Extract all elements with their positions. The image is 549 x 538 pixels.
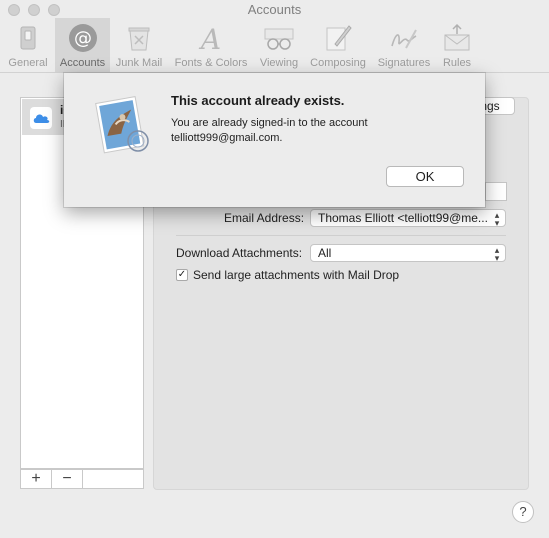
alert-message-line-2: telliott999@gmail.com. — [171, 132, 283, 144]
window-title: Accounts — [247, 2, 302, 17]
toolbar-junk-mail-label: Junk Mail — [115, 57, 163, 69]
alert-message: You are already signed-in to the account… — [171, 116, 471, 146]
toolbar-composing[interactable]: Composing — [306, 18, 370, 72]
toolbar-rules-label: Rules — [442, 57, 472, 69]
toolbar-viewing[interactable]: Viewing — [256, 18, 302, 72]
email-address-value: Thomas Elliott <telliott99@me... — [318, 211, 488, 225]
toolbar-viewing-label: Viewing — [259, 57, 299, 69]
help-button[interactable]: ? — [512, 501, 534, 523]
svg-text:@: @ — [74, 28, 92, 49]
mail-drop-checkbox[interactable]: ✓ — [176, 269, 188, 281]
account-list-controls: + − — [20, 469, 144, 489]
popup-arrows-icon: ▴ ▾ — [494, 210, 500, 227]
toolbar-junk-mail[interactable]: Junk Mail — [112, 18, 166, 72]
popup-arrows-icon: ▴ ▾ — [494, 245, 500, 262]
general-switch-icon — [20, 26, 36, 50]
account-exists-alert: This account already exists. You are alr… — [64, 73, 485, 207]
svg-text:A: A — [198, 23, 221, 54]
junk-trash-icon — [128, 27, 150, 51]
email-address-label: Email Address: — [224, 211, 305, 225]
download-attachments-popup[interactable]: All ▴ ▾ — [310, 244, 506, 262]
toolbar-accounts[interactable]: @ Accounts — [55, 18, 110, 72]
download-attachments-label: Download Attachments: — [176, 246, 303, 260]
glasses-icon — [264, 28, 294, 50]
toolbar-composing-label: Composing — [310, 57, 366, 69]
mail-stamp-icon — [95, 96, 149, 154]
toolbar-signatures-label: Signatures — [377, 57, 431, 69]
at-sign-icon: @ — [68, 24, 97, 52]
alert-heading: This account already exists. — [171, 93, 345, 108]
download-attachments-value: All — [318, 246, 332, 260]
icloud-icon — [30, 107, 52, 129]
remove-account-button[interactable]: − — [52, 470, 83, 488]
panel-separator — [176, 235, 506, 236]
rules-envelope-icon — [444, 23, 470, 51]
signature-icon — [391, 29, 417, 49]
accounts-window: Accounts General @ Accounts Junk Mail A … — [0, 0, 549, 538]
toolbar-general[interactable]: General — [6, 18, 50, 72]
toolbar-fonts-colors-label: Fonts & Colors — [174, 57, 248, 69]
title-bar: Accounts — [0, 0, 549, 20]
alert-message-line-1: You are already signed-in to the account — [171, 117, 368, 129]
pencil-edit-icon — [326, 25, 352, 51]
toolbar-accounts-label: Accounts — [59, 57, 106, 69]
add-account-button[interactable]: + — [21, 470, 52, 488]
font-a-icon: A — [198, 23, 221, 54]
preferences-toolbar: General @ Accounts Junk Mail A Fonts & C… — [0, 18, 549, 72]
ok-button[interactable]: OK — [386, 166, 464, 187]
description-field[interactable] — [485, 182, 507, 201]
toolbar-signatures[interactable]: Signatures — [374, 18, 434, 72]
toolbar-rules[interactable]: Rules — [438, 18, 476, 72]
email-address-popup[interactable]: Thomas Elliott <telliott99@me... ▴ ▾ — [310, 209, 506, 227]
toolbar-general-label: General — [8, 57, 48, 69]
toolbar-fonts-colors[interactable]: A Fonts & Colors — [170, 18, 252, 72]
mail-drop-label: Send large attachments with Mail Drop — [193, 268, 400, 282]
